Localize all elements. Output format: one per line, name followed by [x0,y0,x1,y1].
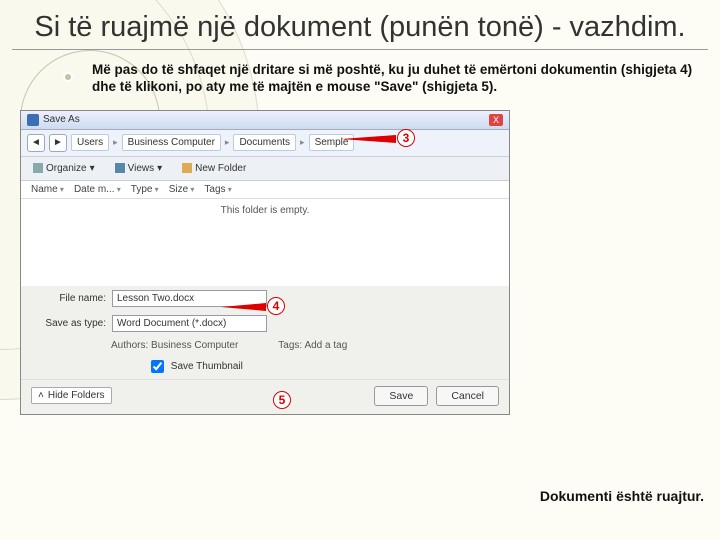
new-folder-button[interactable]: New Folder [176,160,252,177]
column-headers[interactable]: Name Date m... Type Size Tags [21,181,509,199]
organize-button[interactable]: Organize ▾ [27,160,101,177]
hide-folders-button[interactable]: ˄Hide Folders [31,387,112,404]
empty-folder-text: This folder is empty. [21,199,509,286]
nav-row: ◄ ► Users▸ Business Computer▸ Documents▸… [21,130,509,157]
save-thumbnail-checkbox[interactable] [151,360,164,373]
save-thumbnail-label: Save Thumbnail [171,361,243,372]
authors-label: Authors: [111,340,148,351]
views-button[interactable]: Views ▾ [109,160,169,177]
tags-label: Tags: [278,340,302,351]
slide-title: Si të ruajmë një dokument (punën tonë) -… [12,8,708,50]
callout-4: 4 [267,297,285,315]
callout-3: 3 [397,129,415,147]
tags-value[interactable]: Add a tag [304,340,347,351]
col-size: Size [169,184,195,195]
breadcrumb[interactable]: Business Computer [122,134,221,151]
slide-intro: Më pas do të shfaqet një dritare si më p… [92,62,708,96]
breadcrumb[interactable]: Documents [233,134,296,151]
breadcrumb[interactable]: Users [71,134,109,151]
save-as-dialog: 3 4 5 Save As X ◄ ► Users▸ Business Comp… [20,110,510,415]
filename-label: File name: [31,293,106,304]
cancel-button[interactable]: Cancel [436,386,499,406]
dialog-toolbar: Organize ▾ Views ▾ New Folder [21,157,509,181]
newfolder-icon [182,163,192,173]
savetype-label: Save as type: [31,318,106,329]
col-type: Type [131,184,159,195]
authors-value[interactable]: Business Computer [151,340,238,351]
savetype-select[interactable]: Word Document (*.docx) [112,315,267,332]
nav-forward-button[interactable]: ► [49,134,67,152]
word-icon [27,114,39,126]
chevron-up-icon: ˄ [38,390,44,401]
close-icon[interactable]: X [489,114,503,126]
footer-note: Dokumenti është ruajtur. [540,488,704,504]
dialog-titlebar: Save As X [21,111,509,130]
dialog-title: Save As [43,114,80,125]
col-name: Name [31,184,64,195]
callout-5: 5 [273,391,291,409]
save-button[interactable]: Save [374,386,428,406]
views-icon [115,163,125,173]
folder-icon [33,163,43,173]
col-date: Date m... [74,184,121,195]
nav-back-button[interactable]: ◄ [27,134,45,152]
col-tags: Tags [204,184,231,195]
